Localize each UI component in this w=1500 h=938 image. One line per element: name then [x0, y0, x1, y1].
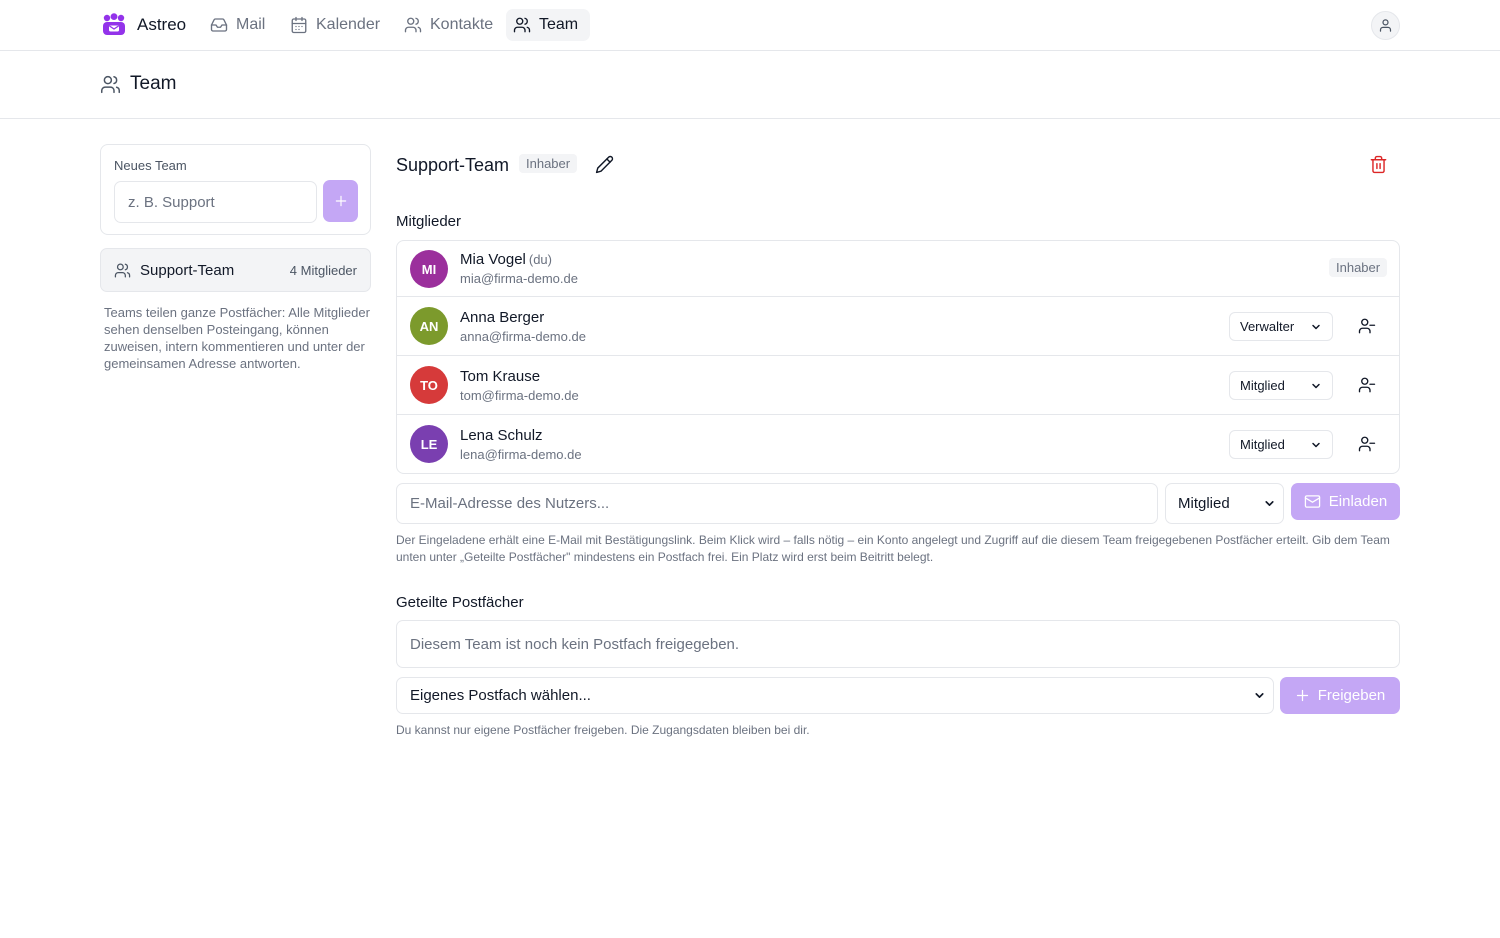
users-icon	[114, 262, 131, 279]
you-label: (du)	[528, 252, 552, 267]
avatar: AN	[410, 307, 448, 345]
users-icon	[513, 16, 531, 34]
member-name: Tom Krause	[460, 368, 541, 385]
mailbox-select-value: Eigenes Postfach wählen...	[410, 687, 591, 704]
remove-member-icon[interactable]	[1356, 374, 1378, 396]
users-icon	[404, 16, 422, 34]
member-name: Lena Schulz	[460, 427, 543, 444]
member-email: anna@firma-demo.de	[460, 329, 586, 344]
chevron-down-icon	[1310, 321, 1322, 333]
new-team-label: Neues Team	[114, 158, 187, 173]
nav-item-kontakte[interactable]: Kontakte	[397, 9, 505, 41]
member-name-text: Mia Vogel	[460, 251, 526, 268]
members-list: MI Mia Vogel (du) mia@firma-demo.de Inhab…	[396, 240, 1400, 474]
role-select[interactable]: Mitglied	[1229, 430, 1333, 459]
member-name: Anna Berger	[460, 309, 545, 326]
sidebar-team-support-team[interactable]: Support-Team 4 Mitglieder	[100, 248, 371, 292]
role-select[interactable]: Mitglied	[1229, 371, 1333, 400]
nav-item-kalender[interactable]: Kalender	[283, 9, 392, 41]
users-icon	[100, 74, 121, 95]
invite-role-value: Mitglied	[1178, 495, 1230, 512]
chevron-down-icon	[1310, 439, 1322, 451]
remove-member-icon[interactable]	[1356, 433, 1378, 455]
trash-icon[interactable]	[1369, 155, 1388, 174]
brand[interactable]: Astreo	[101, 10, 186, 40]
share-mailbox-button[interactable]: Freigeben	[1280, 677, 1400, 714]
user-icon	[1378, 18, 1393, 33]
role-select-value: Mitglied	[1240, 437, 1285, 452]
calendar-icon	[290, 16, 308, 34]
pencil-icon[interactable]	[595, 155, 614, 174]
members-section-title: Mitglieder	[396, 213, 462, 230]
nav-label: Kontakte	[430, 16, 494, 33]
remove-member-icon[interactable]	[1356, 315, 1378, 337]
member-name: Mia Vogel (du)	[460, 251, 552, 268]
nav-item-mail[interactable]: Mail	[203, 9, 277, 41]
member-email: mia@firma-demo.de	[460, 271, 578, 286]
role-select-value: Verwalter	[1240, 319, 1295, 334]
new-team-card: Neues Team	[100, 144, 371, 235]
owner-badge: Inhaber	[519, 154, 578, 173]
member-row: AN Anna Berger anna@firma-demo.de Verwal…	[397, 297, 1399, 356]
avatar: LE	[410, 425, 448, 463]
user-menu-button[interactable]	[1371, 11, 1400, 40]
plus-icon	[334, 194, 348, 208]
page-title: Team	[130, 73, 177, 94]
nav-item-team[interactable]: Team	[506, 9, 591, 41]
add-team-button[interactable]	[323, 180, 358, 222]
invite-help-text: Der Eingeladene erhält eine E-Mail mit B…	[396, 533, 1390, 564]
member-row: LE Lena Schulz lena@firma-demo.de Mitgli…	[397, 415, 1399, 473]
member-row: MI Mia Vogel (du) mia@firma-demo.de Inhab…	[397, 241, 1399, 297]
nav-label: Team	[539, 16, 579, 33]
plus-icon	[1295, 688, 1310, 703]
invite-email-input[interactable]	[396, 483, 1158, 524]
chevron-down-icon	[1310, 380, 1322, 392]
chevron-down-icon	[1253, 689, 1266, 702]
shared-empty-state: Diesem Team ist noch kein Postfach freig…	[396, 620, 1400, 668]
role-badge: Inhaber	[1329, 258, 1388, 277]
team-entry-name: Support-Team	[140, 261, 235, 279]
team-name: Support-Team	[396, 155, 510, 175]
member-email: tom@firma-demo.de	[460, 388, 579, 403]
mail-icon	[1304, 493, 1321, 510]
invite-role-select[interactable]: Mitglied	[1165, 483, 1284, 524]
share-button-label: Freigeben	[1317, 687, 1386, 704]
invite-button[interactable]: Einladen	[1291, 483, 1400, 520]
invite-button-label: Einladen	[1328, 493, 1388, 510]
team-entry-count: 4 Mitglieder	[289, 262, 357, 278]
chevron-down-icon	[1263, 497, 1276, 510]
nav-label: Mail	[236, 16, 266, 33]
new-team-input[interactable]	[114, 181, 317, 223]
role-select[interactable]: Verwalter	[1229, 312, 1333, 341]
logo-icon	[101, 13, 127, 37]
role-select-value: Mitglied	[1240, 378, 1285, 393]
shared-help-text: Du kannst nur eigene Postfächer freigebe…	[396, 723, 810, 737]
member-row: TO Tom Krause tom@firma-demo.de Mitglied	[397, 356, 1399, 415]
page-header: Team	[0, 51, 1500, 119]
shared-section-title: Geteilte Postfächer	[396, 594, 524, 611]
inbox-icon	[210, 16, 228, 34]
nav-label: Kalender	[316, 16, 381, 33]
member-email: lena@firma-demo.de	[460, 447, 582, 462]
mailbox-select[interactable]: Eigenes Postfach wählen...	[396, 677, 1274, 714]
top-navigation: Astreo Mail Kalender Kontakte Team	[0, 0, 1500, 51]
avatar: MI	[410, 250, 448, 288]
sidebar-help-text: Teams teilen ganze Postfächer: Alle Mitg…	[104, 305, 370, 371]
app-name: Astreo	[137, 15, 187, 34]
avatar: TO	[410, 366, 448, 404]
